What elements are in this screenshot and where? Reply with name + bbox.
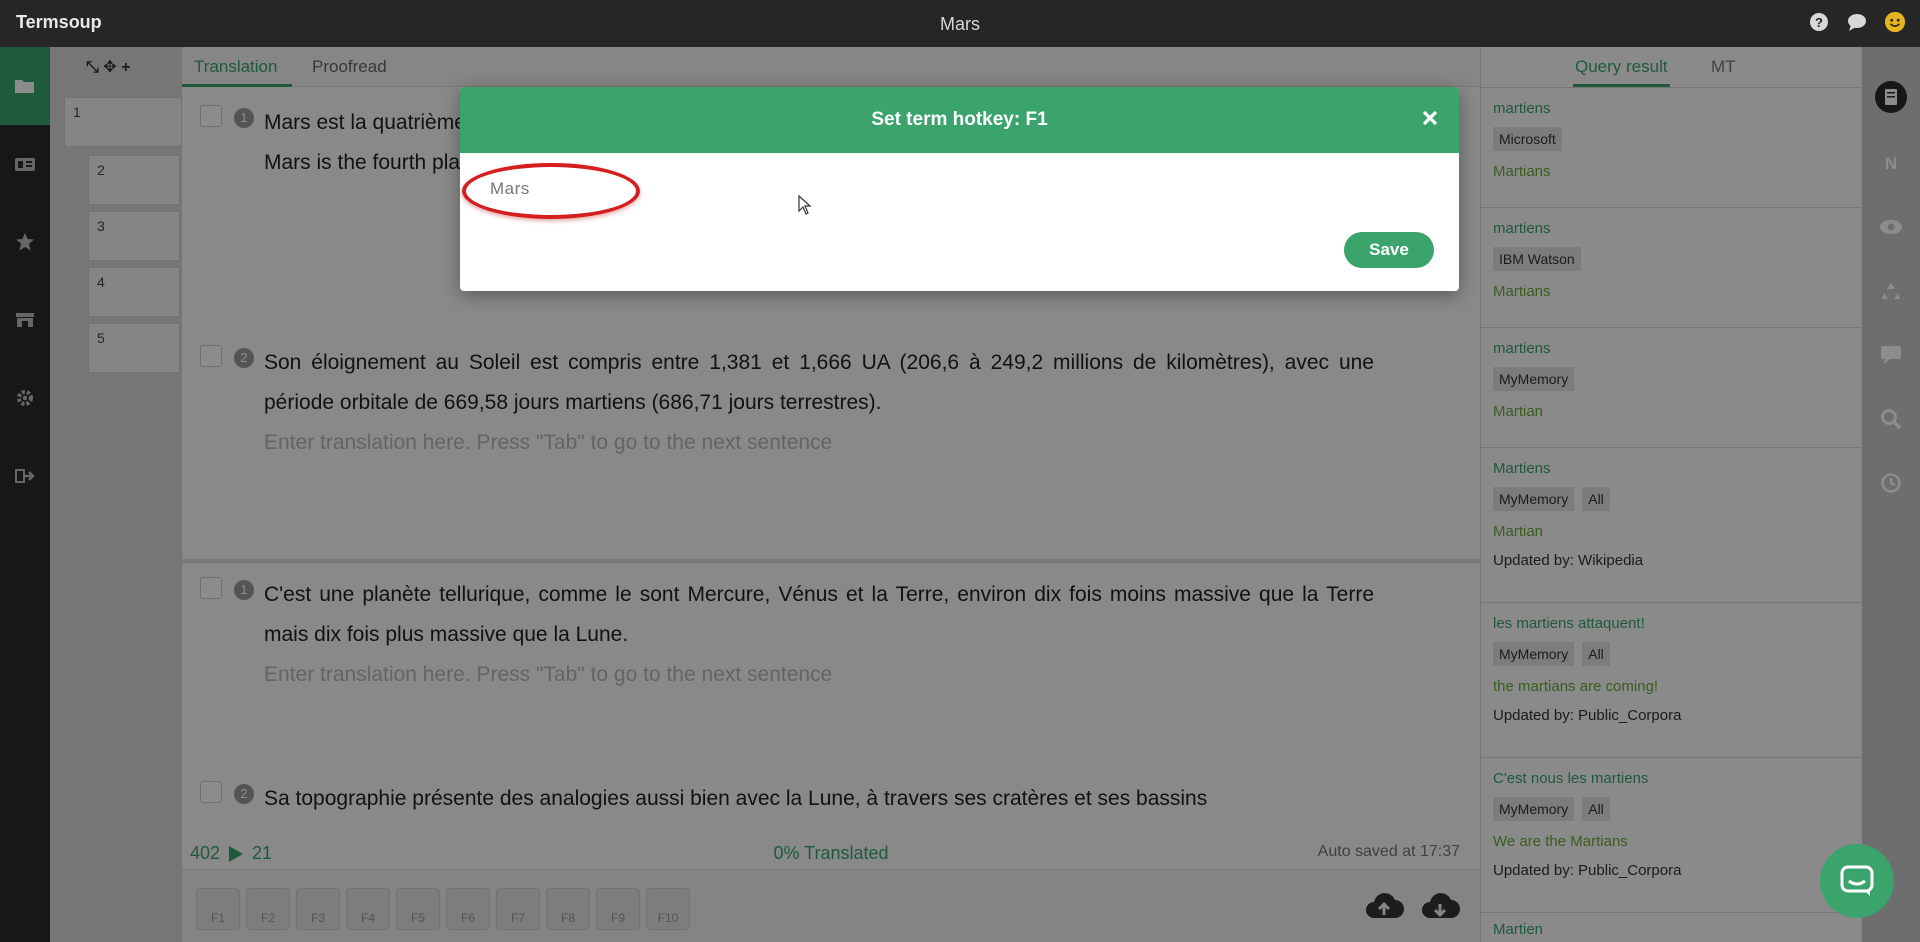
top-bar: Termsoup Mars ? bbox=[0, 0, 1920, 47]
set-hotkey-dialog: Set term hotkey: F1 Save bbox=[460, 87, 1459, 291]
svg-text:?: ? bbox=[1815, 15, 1823, 30]
top-icons: ? bbox=[1808, 11, 1906, 33]
chat-launcher-icon bbox=[1840, 865, 1874, 896]
annotation-highlight-ellipse bbox=[462, 163, 640, 219]
user-avatar-icon[interactable] bbox=[1884, 11, 1906, 33]
modal-overlay[interactable]: Set term hotkey: F1 Save bbox=[0, 47, 1920, 942]
close-icon[interactable] bbox=[1417, 105, 1443, 131]
comment-icon[interactable] bbox=[1846, 11, 1868, 33]
chat-launcher-button[interactable] bbox=[1820, 844, 1894, 918]
save-button[interactable]: Save bbox=[1344, 232, 1434, 268]
document-title: Mars bbox=[940, 14, 980, 34]
mouse-cursor-icon bbox=[798, 195, 812, 215]
dialog-title: Set term hotkey: F1 bbox=[871, 109, 1048, 130]
help-icon[interactable]: ? bbox=[1808, 11, 1830, 33]
dialog-header: Set term hotkey: F1 bbox=[460, 87, 1459, 153]
